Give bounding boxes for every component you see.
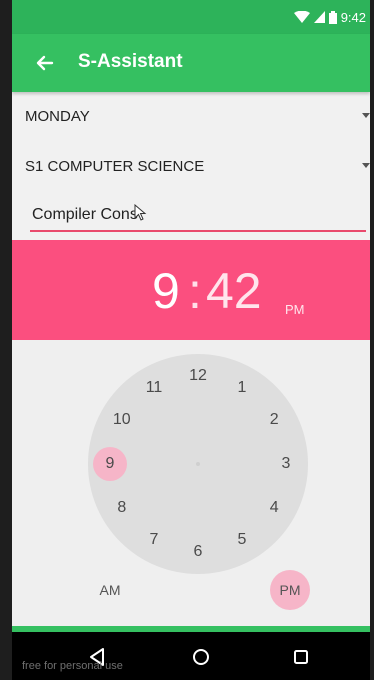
day-spinner-value: MONDAY <box>25 108 90 125</box>
dropdown-arrow-icon <box>362 113 370 118</box>
clock-number[interactable]: 6 <box>183 537 213 567</box>
back-arrow-icon[interactable] <box>32 50 58 76</box>
clock-area: 12 1 2 3 4 5 6 7 8 9 10 11 AM PM <box>12 340 370 626</box>
clock-number[interactable]: 5 <box>227 525 257 555</box>
wifi-icon <box>293 11 310 23</box>
navigation-bar <box>12 632 370 680</box>
clock-number[interactable]: 8 <box>107 493 137 523</box>
clock-number[interactable]: 3 <box>271 449 301 479</box>
signal-icon <box>313 11 325 23</box>
battery-icon <box>328 10 337 24</box>
status-bar: 9:42 <box>12 0 370 34</box>
clock-number[interactable]: 2 <box>259 405 289 435</box>
time-colon: : <box>188 263 202 319</box>
clock-center-dot <box>196 462 200 466</box>
input-underline <box>30 230 366 232</box>
time-period: PM <box>285 302 305 317</box>
clock-number[interactable]: 11 <box>139 373 169 403</box>
time-hour[interactable]: 9 <box>152 262 180 320</box>
day-spinner[interactable]: MONDAY <box>12 94 370 138</box>
pm-button[interactable]: PM <box>270 570 310 610</box>
class-spinner-value: S1 COMPUTER SCIENCE <box>25 158 205 175</box>
clock-face[interactable]: 12 1 2 3 4 5 6 7 8 9 10 11 <box>88 354 308 574</box>
device-bezel-left <box>0 0 12 680</box>
time-minute[interactable]: 42 <box>206 262 262 320</box>
clock-number[interactable]: 7 <box>139 525 169 555</box>
subject-input[interactable]: Compiler Cons <box>30 198 366 234</box>
recents-square-icon[interactable] <box>288 644 314 670</box>
app-bar: S-Assistant <box>12 34 370 92</box>
clock-number[interactable]: 10 <box>107 405 137 435</box>
clock-number[interactable]: 1 <box>227 373 257 403</box>
clock-number[interactable]: 4 <box>259 493 289 523</box>
app-title: S-Assistant <box>78 51 183 72</box>
time-picker-header: 9 : 42 PM <box>12 240 370 340</box>
mouse-cursor-icon <box>134 204 147 221</box>
am-button[interactable]: AM <box>90 570 130 610</box>
phone-screen: 9:42 S-Assistant MONDAY S1 COMPUTER SCIE… <box>12 0 370 680</box>
home-circle-icon[interactable] <box>188 644 214 670</box>
status-icons: 9:42 <box>293 8 366 26</box>
status-time: 9:42 <box>340 9 366 25</box>
dropdown-arrow-icon <box>362 163 370 168</box>
watermark-text: free for personal use <box>22 660 123 672</box>
device-bezel-right <box>370 0 374 680</box>
class-spinner[interactable]: S1 COMPUTER SCIENCE <box>12 144 370 188</box>
clock-number[interactable]: 12 <box>183 361 213 391</box>
clock-number-selected[interactable]: 9 <box>93 447 127 481</box>
subject-input-value: Compiler Cons <box>32 206 138 223</box>
